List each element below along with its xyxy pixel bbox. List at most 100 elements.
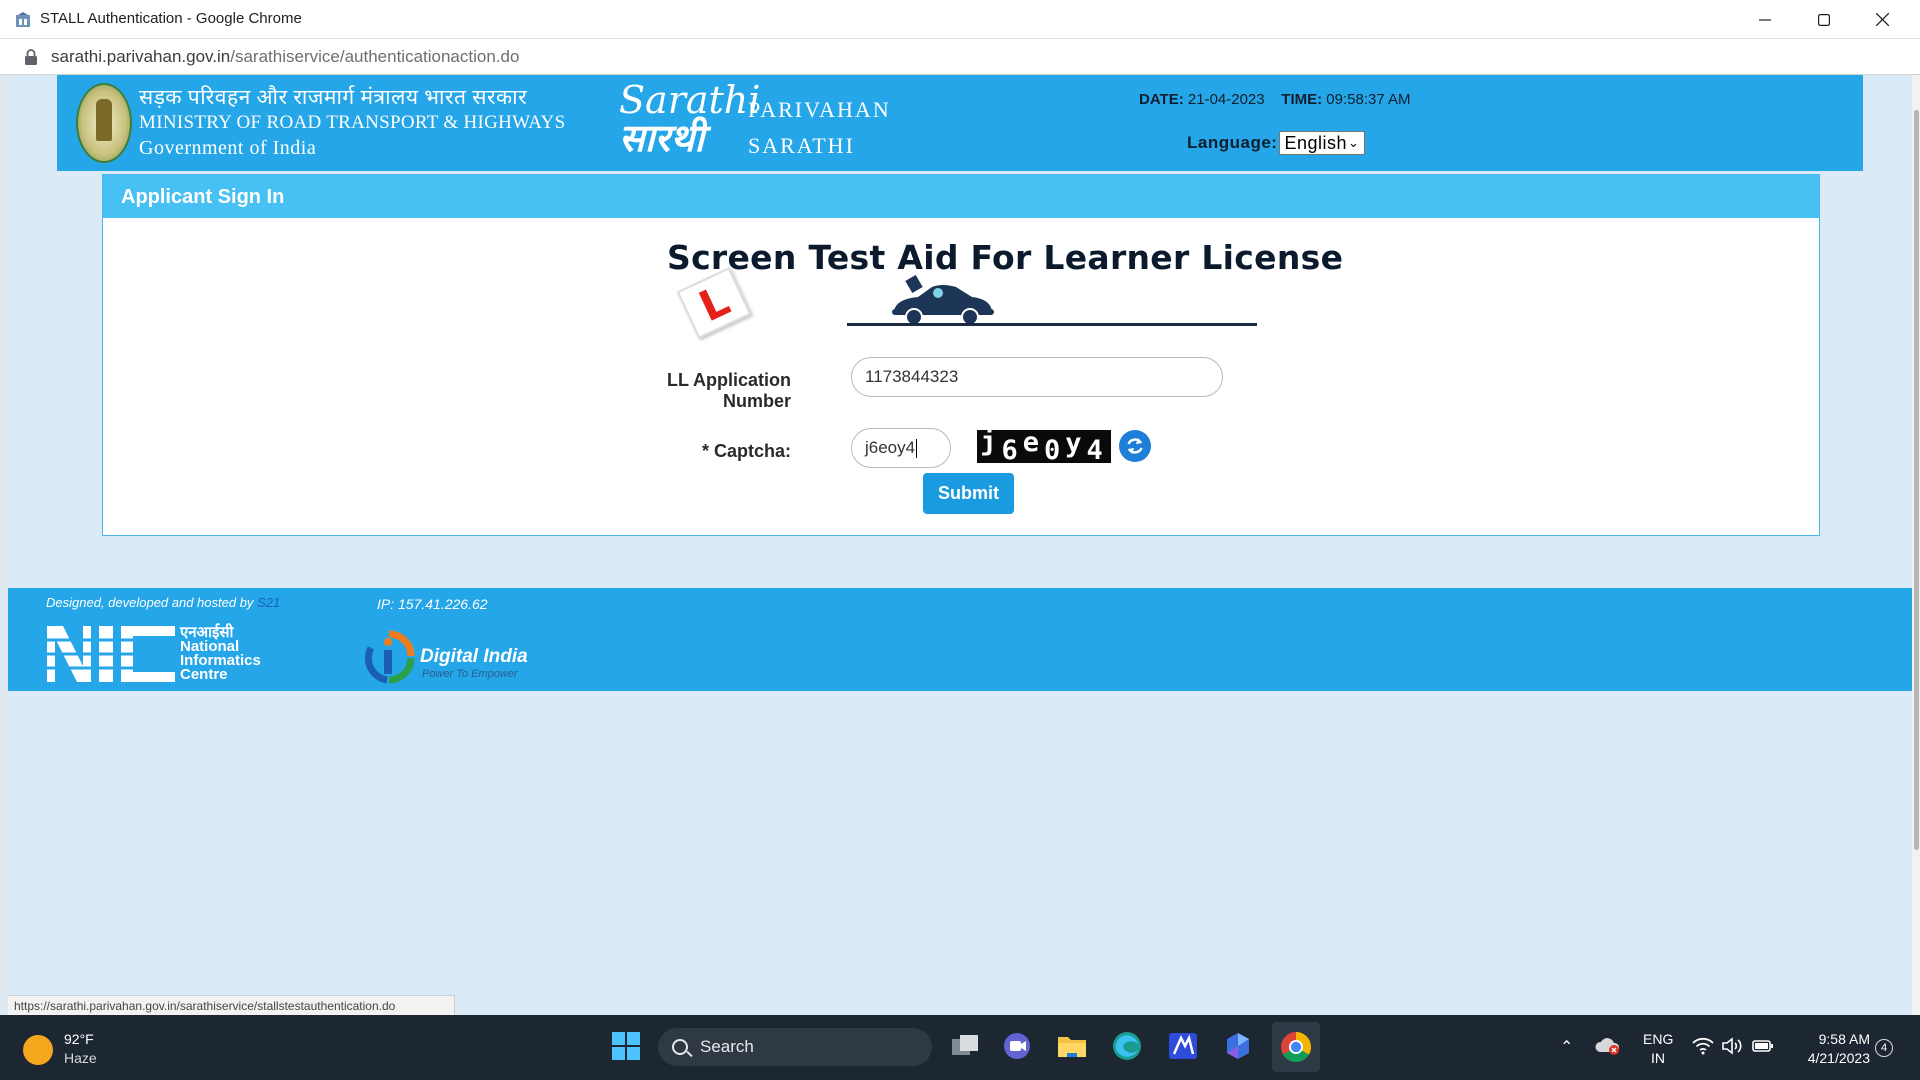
digital-india-text: Digital India	[420, 646, 528, 667]
sarathi-logo-line2: सारथी	[619, 115, 705, 160]
search-label: Search	[700, 1037, 754, 1056]
edge-icon	[1113, 1032, 1141, 1060]
lang-line2: IN	[1651, 1050, 1665, 1066]
file-explorer-button[interactable]	[1055, 1029, 1089, 1063]
sun-haze-icon	[23, 1035, 53, 1065]
captcha-char: 4	[1086, 435, 1108, 463]
chrome-icon	[1281, 1032, 1312, 1063]
ministry-block: सड़क परिवहन और राजमार्ग मंत्रालय भारत सर…	[139, 84, 565, 161]
panel-heading: Applicant Sign In	[121, 186, 285, 208]
minimize-icon	[1759, 18, 1771, 21]
captcha-char: e	[1022, 430, 1044, 458]
browser-title-bar: STALL Authentication - Google Chrome	[0, 0, 1920, 39]
national-emblem-icon	[76, 83, 132, 163]
chevron-down-icon: ⌄	[1348, 135, 1360, 150]
credit-link[interactable]: S21	[257, 595, 280, 610]
status-bar-url: https://sarathi.parivahan.gov.in/sarathi…	[8, 995, 455, 1015]
page-title: Screen Test Aid For Learner License	[667, 238, 1344, 277]
brand-line2: SARATHI	[748, 133, 855, 158]
task-view-icon	[952, 1035, 978, 1055]
copilot-button[interactable]	[1221, 1029, 1255, 1063]
close-window-button[interactable]	[1853, 0, 1911, 39]
weather-temperature: 92°F	[64, 1031, 94, 1047]
captcha-char: j	[980, 430, 1002, 457]
learner-l-plate-icon: L	[676, 267, 752, 339]
clock-time: 9:58 AM	[1818, 1031, 1870, 1047]
start-button[interactable]	[609, 1029, 643, 1063]
ip-address: IP: 157.41.226.62	[377, 596, 488, 612]
captcha-char: 6	[1001, 435, 1023, 463]
date-label: DATE:	[1139, 91, 1184, 108]
taskbar-clock[interactable]: 9:58 AM 4/21/2023	[1792, 1030, 1870, 1068]
sarathi-logo-line1: Sarathi	[619, 78, 761, 122]
taskbar: 92°F Haze Search ⌃ ENG IN 9:58 AM 4/21/2…	[0, 1015, 1920, 1080]
volume-button[interactable]	[1720, 1033, 1746, 1059]
task-view-button[interactable]	[948, 1029, 982, 1063]
captcha-image: j 6 e 0 y 4	[977, 430, 1111, 463]
chat-icon	[1004, 1033, 1030, 1059]
app-icon	[1169, 1033, 1197, 1059]
language-label: Language:	[1187, 133, 1278, 152]
nic-logo-icon	[47, 626, 177, 682]
brand-line1: PARIVAHAN	[748, 97, 891, 122]
lang-line1: ENG	[1643, 1031, 1674, 1047]
ip-value: 157.41.226.62	[398, 596, 488, 612]
ministry-name: MINISTRY OF ROAD TRANSPORT & HIGHWAYS	[139, 112, 566, 133]
url-path: /sarathiservice/authenticationaction.do	[230, 47, 520, 66]
site-header: सड़क परिवहन और राजमार्ग मंत्रालय भारत सर…	[57, 75, 1863, 171]
captcha-label: * Captcha:	[701, 441, 791, 461]
refresh-captcha-button[interactable]	[1119, 430, 1151, 462]
input-language-indicator[interactable]: ENG IN	[1643, 1030, 1673, 1068]
text-cursor	[916, 438, 918, 458]
lock-icon[interactable]	[24, 49, 38, 65]
captcha-char: 0	[1044, 435, 1066, 463]
teams-chat-button[interactable]	[1000, 1029, 1034, 1063]
chevron-up-icon: ⌃	[1560, 1039, 1574, 1056]
chrome-taskbar-button[interactable]	[1272, 1022, 1320, 1072]
wifi-button[interactable]	[1690, 1033, 1716, 1059]
show-hidden-icons-button[interactable]: ⌃	[1560, 1037, 1573, 1057]
site-footer: Designed, developed and hosted by S21 IP…	[8, 588, 1912, 691]
taskbar-search[interactable]: Search	[658, 1028, 932, 1066]
window-title: STALL Authentication - Google Chrome	[40, 10, 302, 27]
onedrive-status-button[interactable]	[1594, 1032, 1622, 1060]
minimize-button[interactable]	[1736, 0, 1794, 39]
ministry-hindi-name: सड़क परिवहन और राजमार्ग मंत्रालय भारत सर…	[139, 85, 528, 109]
government-name: Government of India	[139, 137, 317, 159]
credit-text: Designed, developed and hosted by	[46, 595, 254, 610]
submit-button[interactable]: Submit	[923, 473, 1014, 514]
time-label: TIME:	[1281, 91, 1323, 108]
app-number-input[interactable]: 1173844323	[851, 357, 1223, 397]
sign-in-panel: Applicant Sign In Screen Test Aid For Le…	[102, 174, 1820, 536]
copilot-icon	[1227, 1033, 1249, 1059]
weather-widget[interactable]: 92°F Haze	[20, 1030, 140, 1070]
cloud-error-icon	[1595, 1038, 1620, 1055]
url-domain: sarathi.parivahan.gov.in	[51, 47, 231, 66]
brand-name: PARIVAHAN SARATHI	[748, 92, 891, 164]
url-text[interactable]: sarathi.parivahan.gov.in/sarathiservice/…	[51, 47, 519, 67]
maximize-button[interactable]	[1795, 0, 1853, 39]
date-value: 21-04-2023	[1187, 91, 1265, 108]
captcha-input[interactable]: j6eoy4	[851, 428, 951, 468]
scrollbar-thumb[interactable]	[1914, 110, 1919, 850]
digital-india-tagline: Power To Empower	[422, 668, 518, 680]
digital-india-logo-icon	[365, 630, 415, 684]
battery-button[interactable]	[1750, 1033, 1776, 1059]
app-number-label: LL Application Number	[667, 370, 791, 411]
close-icon	[1875, 13, 1889, 26]
wifi-icon	[1692, 1037, 1714, 1055]
weather-condition: Haze	[64, 1050, 97, 1066]
app-number-value: 1173844323	[865, 367, 959, 386]
footer-credit: Designed, developed and hosted by S21	[46, 595, 280, 610]
language-select[interactable]: English ⌄	[1279, 131, 1366, 155]
edge-browser-button[interactable]	[1110, 1029, 1144, 1063]
language-selector-group: Language: English ⌄	[1187, 131, 1366, 155]
title-underline	[847, 323, 1257, 326]
car-icon	[892, 275, 994, 326]
refresh-icon	[1127, 438, 1143, 454]
app-button[interactable]	[1166, 1029, 1200, 1063]
site-favicon-icon	[16, 12, 30, 27]
address-bar[interactable]: sarathi.parivahan.gov.in/sarathiservice/…	[0, 39, 1920, 75]
notification-badge[interactable]: 4	[1875, 1039, 1893, 1057]
maximize-icon	[1818, 13, 1830, 26]
